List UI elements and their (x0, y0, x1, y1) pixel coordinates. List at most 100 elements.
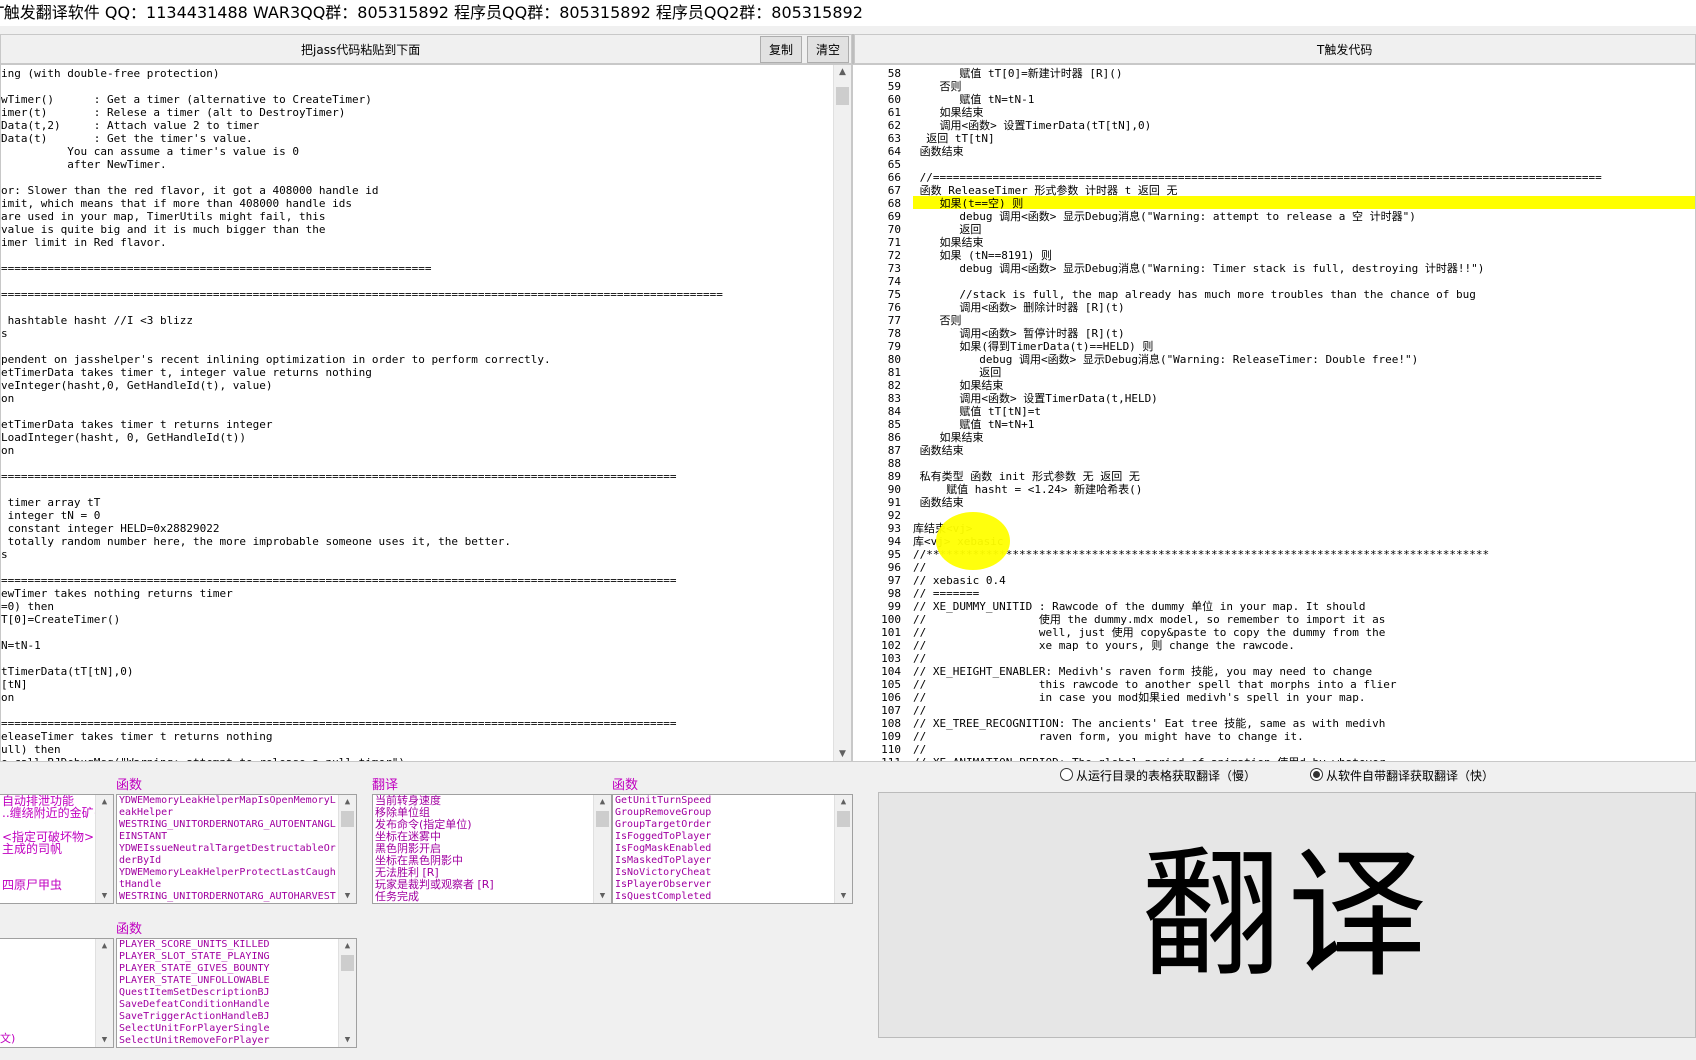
scroll-up-icon[interactable]: ▲ (339, 795, 356, 809)
function-list-1-scrollbar[interactable]: ▲ ▼ (338, 795, 356, 903)
scroll-up-icon[interactable]: ▲ (96, 939, 113, 953)
radio-option-slow[interactable]: 从运行目录的表格获取翻译（慢） (1060, 768, 1256, 784)
list-item[interactable]: YDWEMemoryLeakHelperProtectLastCaugh (117, 867, 356, 879)
list-item[interactable]: YDWEMemoryLeakHelperMapIsOpenMemoryL (117, 795, 356, 807)
source-line: imer(t) : Relese a timer (alt to Destroy… (1, 106, 346, 119)
source-scrollbar[interactable]: ▲ ▼ (833, 65, 851, 761)
list-item[interactable]: IsFoggedToPlayer (613, 831, 852, 843)
list-item[interactable]: SaveTriggerActionHandleBJ (117, 1011, 356, 1023)
translation-list-thumb[interactable] (596, 811, 609, 827)
list-item[interactable]: SelectUnitForPlayerSingle (117, 1023, 356, 1035)
line-number: 105 (881, 678, 901, 691)
source-line: LoadInteger(hasht, 0, GetHandleId(t)) (1, 431, 247, 444)
list-item[interactable]: PLAYER_SLOT_STATE_PLAYING (117, 951, 356, 963)
list-item[interactable]: eakHelper (117, 807, 356, 819)
line-number: 99 (887, 600, 901, 613)
left-partial-list-2[interactable]: 文) ▲ ▼ (0, 938, 114, 1048)
function-list-2-scrollbar[interactable]: ▲ ▼ (834, 795, 852, 903)
source-line (1, 457, 723, 470)
source-line: or: Slower than the red flavor, it got a… (1, 184, 379, 197)
function-list-1-thumb[interactable] (341, 811, 354, 827)
scroll-up-icon[interactable]: ▲ (834, 65, 851, 79)
function-list-3[interactable]: PLAYER_SCORE_UNITS_KILLED PLAYER_SLOT_STA… (116, 938, 357, 1048)
line-number: 76 (887, 301, 901, 314)
function-list-3-scrollbar[interactable]: ▲ ▼ (338, 939, 356, 1047)
list-item[interactable]: EINSTANT (117, 831, 356, 843)
source-line: ========================================… (1, 288, 723, 301)
copy-button[interactable]: 复制 (760, 36, 802, 63)
list-item[interactable]: tHandle (117, 879, 356, 891)
source-line: on (1, 444, 15, 457)
list-item[interactable]: PLAYER_SCORE_UNITS_KILLED (117, 939, 356, 951)
list-item[interactable]: QuestItemSetDescriptionBJ (117, 987, 356, 999)
source-line (1, 405, 723, 418)
list-item[interactable]: PLAYER_STATE_UNFOLLOWABLE (117, 975, 356, 987)
list-item[interactable]: GetUnitTurnSpeed (613, 795, 852, 807)
list-item[interactable]: WESTRING_UNITORDERNOTARG_AUTOENTANGL (117, 819, 356, 831)
left-list-scrollbar[interactable]: ▲ ▼ (95, 795, 113, 903)
scroll-down-icon[interactable]: ▼ (96, 889, 113, 903)
line-number: 88 (887, 457, 901, 470)
function-list-2-thumb[interactable] (837, 811, 850, 827)
output-line: 返回 (913, 366, 1002, 379)
clear-button[interactable]: 清空 (807, 36, 849, 63)
list-item[interactable]: YDWEIssueNeutralTargetDestructableOr (117, 843, 356, 855)
scroll-down-icon[interactable]: ▼ (339, 1033, 356, 1047)
line-number: 71 (887, 236, 901, 249)
scroll-down-icon[interactable]: ▼ (834, 747, 851, 761)
translate-button[interactable]: 翻译 (878, 792, 1696, 1038)
output-line: // (913, 561, 927, 574)
function-list-1[interactable]: YDWEMemoryLeakHelperMapIsOpenMemoryL eakH… (116, 794, 357, 904)
source-line (1, 249, 723, 262)
left-list-2-scrollbar[interactable]: ▲ ▼ (95, 939, 113, 1047)
source-scroll-thumb[interactable] (836, 87, 849, 105)
list-item[interactable]: IsFogMaskEnabled (613, 843, 852, 855)
radio-selected-icon[interactable] (1310, 768, 1323, 781)
list-item[interactable]: 任务完成 (373, 891, 611, 903)
scroll-up-icon[interactable]: ▲ (835, 795, 852, 809)
scroll-down-icon[interactable]: ▼ (339, 889, 356, 903)
list-item[interactable]: SaveDefeatConditionHandle (117, 999, 356, 1011)
list-item[interactable]: GroupTargetOrder (613, 819, 852, 831)
source-line (1, 301, 723, 314)
output-line: 返回 tT[tN] (913, 132, 995, 145)
output-line: // in case you mod如果ied medivh's spell i… (913, 691, 1366, 704)
list-item[interactable]: IsPlayerObserver (613, 879, 852, 891)
list-item[interactable]: IsMaskedToPlayer (613, 855, 852, 867)
function-list-2[interactable]: GetUnitTurnSpeed GroupRemoveGroup GroupTar… (612, 794, 853, 904)
list-item[interactable]: IsNoVictoryCheat (613, 867, 852, 879)
translation-list-scrollbar[interactable]: ▲ ▼ (593, 795, 611, 903)
list-item[interactable]: GroupRemoveGroup (613, 807, 852, 819)
output-line: 如果结束 (913, 379, 1004, 392)
output-code-lines: 赋值 tT[0]=新建计时器 [R]() 否则 赋值 tN=tN-1 如果结束 … (913, 67, 1602, 761)
scroll-down-icon[interactable]: ▼ (835, 889, 852, 903)
source-line: on (1, 392, 15, 405)
scroll-up-icon[interactable]: ▲ (594, 795, 611, 809)
radio-option-fast[interactable]: 从软件自带翻译获取翻译（快） (1310, 768, 1494, 784)
output-line: 私有类型 函数 init 形式参数 无 返回 无 (913, 470, 1140, 483)
list-item[interactable]: IsQuestCompleted (613, 891, 852, 903)
left-partial-list[interactable]: 自动排泄功能 ..缠绕附近的金矿< <指定可破坏物> 主成的司帆 四原尸甲虫 ▲ ▼ (0, 794, 114, 904)
trigger-output-editor[interactable]: 58 59 60 61 62 63 64 65 66 67 68 69 70 71 72 73 74 75 76 77… (852, 64, 1696, 762)
output-line: 函数 ReleaseTimer 形式参数 计时器 t 返回 无 (913, 184, 1178, 197)
list-item[interactable]: WESTRING_UNITORDERNOTARG_AUTOHARVEST (117, 891, 356, 903)
line-number: 102 (881, 639, 901, 652)
output-line: 否则 (913, 314, 962, 327)
source-line: veInteger(hasht,0, GetHandleId(t), value… (1, 379, 273, 392)
scroll-down-icon[interactable]: ▼ (594, 889, 611, 903)
scroll-up-icon[interactable]: ▲ (96, 795, 113, 809)
translation-label: 翻译 (372, 778, 399, 793)
function-list-3-thumb[interactable] (341, 955, 354, 971)
list-item[interactable]: PLAYER_STATE_GIVES_BOUNTY (117, 963, 356, 975)
scroll-up-icon[interactable]: ▲ (339, 939, 356, 953)
jass-source-editor[interactable]: ing (with double-free protection) wTimer… (0, 64, 852, 762)
translate-button-label: 翻译 (1140, 834, 1433, 997)
radio-icon[interactable] (1060, 768, 1073, 781)
list-item[interactable]: SelectUnitRemoveForPlayer (117, 1035, 356, 1047)
translation-list[interactable]: 当前转身速度 移除单位组 发布命令(指定单位) 坐标在迷雾中 黑色阴影开启 坐标在黑色阴影… (372, 794, 612, 904)
list-item[interactable]: derById (117, 855, 356, 867)
scroll-down-icon[interactable]: ▼ (96, 1033, 113, 1047)
line-number: 70 (887, 223, 901, 236)
source-line: totally random number here, the more imp… (1, 535, 511, 548)
output-line: // ======= (913, 587, 980, 600)
